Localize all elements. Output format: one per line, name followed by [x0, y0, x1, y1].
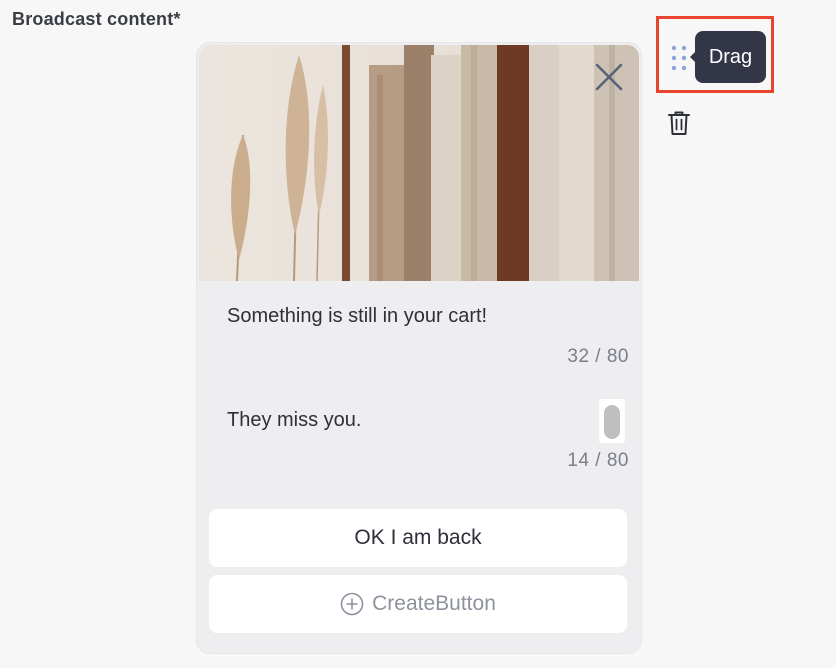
create-button[interactable]: CreateButton [209, 575, 627, 633]
section-label: Broadcast content* [12, 9, 181, 29]
text-scrollbar[interactable] [599, 399, 625, 443]
title-text[interactable]: Something is still in your cart! [227, 305, 487, 328]
ok-i-am-back-button[interactable]: OK I am back [209, 509, 627, 567]
close-icon[interactable] [593, 61, 625, 93]
create-button-label: CreateButton [372, 592, 496, 615]
ok-i-am-back-label: OK I am back [354, 526, 482, 549]
plus-circle-icon [340, 592, 364, 616]
title-char-counter: 32 / 80 [567, 346, 629, 367]
body-char-counter: 14 / 80 [567, 450, 629, 471]
message-card: Something is still in your cart! 32 / 80… [196, 42, 642, 654]
trash-icon[interactable] [667, 110, 691, 136]
highlight-box [656, 16, 774, 93]
message-image [199, 45, 639, 281]
body-text[interactable]: They miss you. [227, 409, 361, 432]
scrollbar-thumb[interactable] [604, 405, 620, 439]
